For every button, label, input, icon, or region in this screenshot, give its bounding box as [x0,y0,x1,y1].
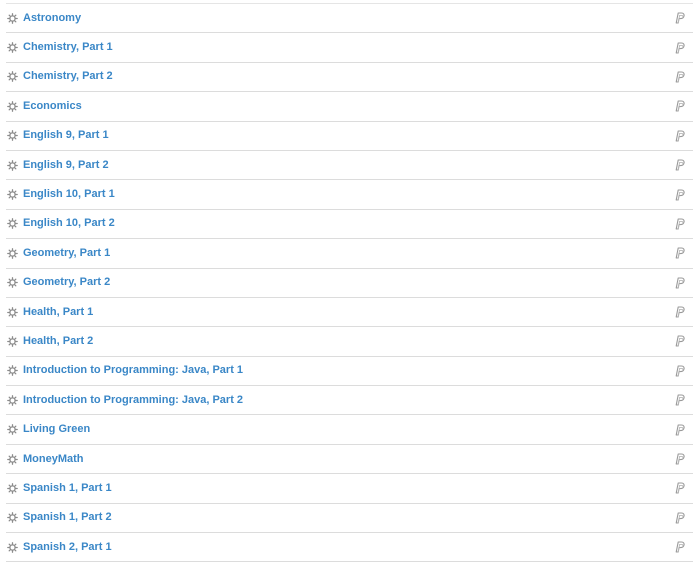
paypal-icon[interactable] [674,512,686,524]
course-list-item: Introduction to Programming: Java, Part … [6,357,693,387]
course-link[interactable]: English 9, Part 2 [23,159,109,171]
paypal-icon[interactable] [674,277,686,289]
course-gear-icon [7,247,18,259]
course-list-item: Living Green [6,415,693,445]
course-gear-icon [7,365,18,377]
paypal-icon[interactable] [674,306,686,318]
paypal-icon[interactable] [674,218,686,230]
course-gear-icon [7,12,18,24]
course-link[interactable]: MoneyMath [23,453,84,465]
paypal-icon[interactable] [674,12,686,24]
paypal-icon[interactable] [674,100,686,113]
course-gear-icon [7,71,18,83]
course-link[interactable]: English 9, Part 1 [23,130,109,141]
course-list-item: Health, Part 2 [6,327,693,357]
course-gear-icon [7,512,18,524]
course-link[interactable]: English 10, Part 2 [23,218,115,229]
course-link[interactable]: Health, Part 2 [23,335,93,347]
course-list-item: English 10, Part 2 [6,210,693,240]
course-gear-icon [7,336,18,347]
course-list-item: Spanish 1, Part 1 [6,474,693,504]
course-gear-icon [7,159,18,171]
course-list-item: English 9, Part 1 [6,122,693,151]
paypal-icon[interactable] [674,42,686,54]
paypal-icon[interactable] [674,453,686,465]
paypal-icon[interactable] [674,188,686,201]
paypal-icon[interactable] [674,130,686,142]
course-gear-icon [7,306,18,318]
course-link[interactable]: Spanish 1, Part 2 [23,512,112,523]
course-link[interactable]: English 10, Part 1 [23,189,115,200]
course-gear-icon [7,483,18,494]
course-link[interactable]: Living Green [23,424,90,435]
course-list-item: Spanish 1, Part 2 [6,504,693,534]
course-gear-icon [7,424,18,436]
course-gear-icon [7,541,18,553]
course-gear-icon [7,218,18,230]
course-list-item: English 10, Part 1 [6,180,693,210]
course-link[interactable]: Introduction to Programming: Java, Part … [23,394,243,406]
paypal-icon[interactable] [674,335,686,348]
course-link[interactable]: Chemistry, Part 2 [23,71,113,82]
course-link[interactable]: Geometry, Part 2 [23,277,110,288]
paypal-icon[interactable] [674,424,686,436]
course-list-item: Introduction to Programming: Java, Part … [6,386,693,416]
course-gear-icon [7,130,18,142]
course-link[interactable]: Spanish 2, Part 1 [23,541,112,553]
course-gear-icon [7,189,18,200]
paypal-icon[interactable] [674,482,686,495]
course-gear-icon [7,42,18,53]
course-list: Astronomy Chemistry, Part 1 Chemistry, P… [6,3,693,562]
course-link[interactable]: Astronomy [23,12,81,24]
course-gear-icon [7,394,18,406]
course-list-item: Chemistry, Part 2 [6,63,693,93]
course-list-item: Economics [6,92,693,122]
course-list-item: Geometry, Part 1 [6,239,693,269]
course-link[interactable]: Chemistry, Part 1 [23,42,113,53]
course-list-item: MoneyMath [6,445,693,475]
course-list-item: Geometry, Part 2 [6,269,693,298]
paypal-icon[interactable] [674,541,686,553]
course-link[interactable]: Economics [23,100,82,112]
paypal-icon[interactable] [674,71,686,83]
course-list-item: English 9, Part 2 [6,151,693,181]
paypal-icon[interactable] [674,247,686,259]
paypal-icon[interactable] [674,394,686,406]
course-gear-icon [7,101,18,112]
course-link[interactable]: Geometry, Part 1 [23,247,110,259]
paypal-icon[interactable] [674,159,686,171]
course-link[interactable]: Health, Part 1 [23,306,93,318]
course-list-item: Spanish 2, Part 1 [6,533,693,562]
course-list-item: Health, Part 1 [6,298,693,328]
course-gear-icon [7,277,18,289]
course-link[interactable]: Introduction to Programming: Java, Part … [23,365,243,376]
course-link[interactable]: Spanish 1, Part 1 [23,482,112,494]
course-gear-icon [7,453,18,465]
course-list-item: Chemistry, Part 1 [6,33,693,63]
paypal-icon[interactable] [674,365,686,377]
course-list-item: Astronomy [6,4,693,34]
